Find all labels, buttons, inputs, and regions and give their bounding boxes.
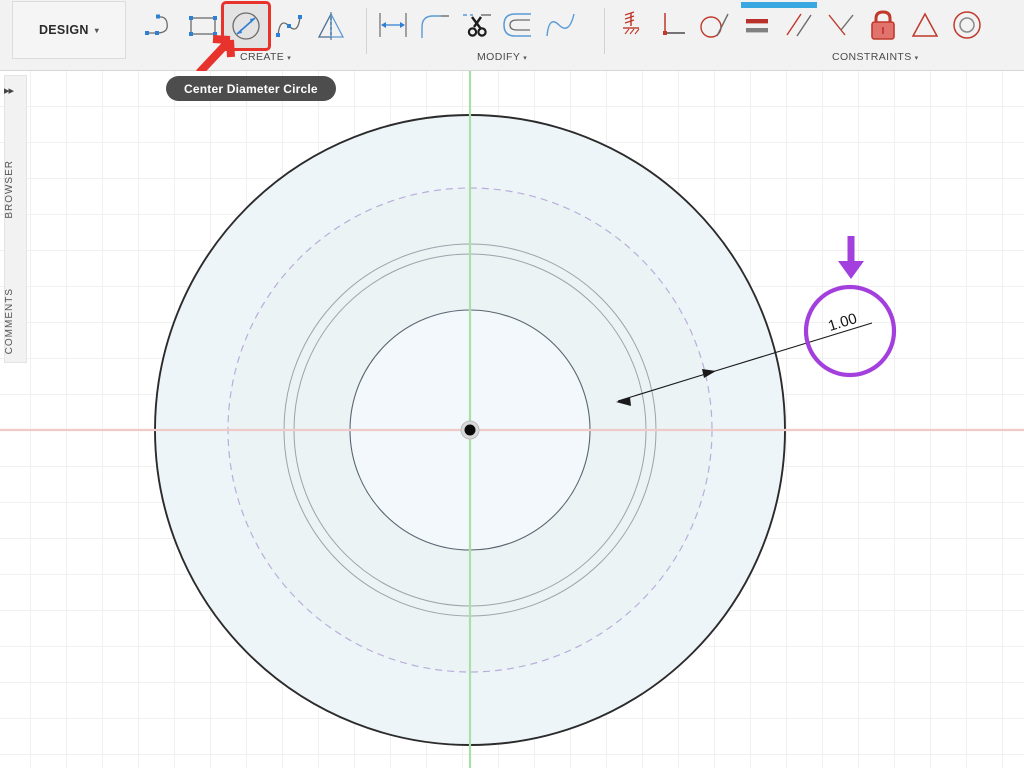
perpendicular-constraint[interactable] <box>652 4 694 46</box>
tangent-constraint[interactable] <box>694 4 736 46</box>
sketch-canvas[interactable]: 1.00 <box>0 71 1024 768</box>
toolbar-group-constraints: CONSTRAINTS ▾ <box>610 0 1020 71</box>
trim-tool[interactable] <box>456 4 498 46</box>
fillet-tool[interactable] <box>414 4 456 46</box>
chevron-down-icon: ▾ <box>287 55 292 62</box>
line-tool[interactable] <box>140 5 182 47</box>
chevron-down-icon: ▾ <box>914 55 919 62</box>
fix-constraint[interactable] <box>862 4 904 46</box>
construction-line-tool[interactable] <box>610 4 652 46</box>
spline-tool[interactable] <box>268 5 310 47</box>
red-callout-arrow <box>196 35 235 76</box>
fusion360-window: DESIGN ▾ CREATE ▾ MODIFY ▾ CONSTRAINTS ▾… <box>0 0 1024 768</box>
offset-tool[interactable] <box>498 4 540 46</box>
tooltip-center-diameter-circle: Center Diameter Circle <box>166 76 336 101</box>
sketch-origin-point[interactable] <box>460 420 480 440</box>
midpoint-constraint[interactable] <box>904 4 946 46</box>
design-workspace-button[interactable]: DESIGN ▾ <box>12 1 126 59</box>
concentric-constraint[interactable] <box>946 4 988 46</box>
modify-group-label[interactable]: MODIFY ▾ <box>477 51 527 63</box>
tooltip-label: Center Diameter Circle <box>184 81 318 96</box>
toolbar-separator <box>366 8 367 54</box>
top-toolbar: DESIGN ▾ CREATE ▾ MODIFY ▾ CONSTRAINTS ▾ <box>0 0 1024 76</box>
expand-panel-icon[interactable]: ▸▸ <box>4 84 14 97</box>
chevron-down-icon: ▾ <box>94 25 100 35</box>
equal-constraint[interactable] <box>736 4 778 46</box>
constraints-group-label[interactable]: CONSTRAINTS ▾ <box>832 51 919 63</box>
purple-down-arrow-icon <box>838 236 864 279</box>
mirror-tool[interactable] <box>310 5 352 47</box>
design-workspace-label: DESIGN <box>38 23 89 37</box>
dimension-highlight-circle <box>803 284 897 378</box>
comments-panel-label[interactable]: COMMENTS <box>4 288 15 354</box>
browser-panel-label[interactable]: BROWSER <box>4 160 15 219</box>
sketch-dimension-tool[interactable] <box>372 4 414 46</box>
curvature-tool[interactable] <box>540 4 582 46</box>
toolbar-group-modify: MODIFY ▾ <box>372 0 602 71</box>
symmetry-constraint[interactable] <box>820 4 862 46</box>
parallel-constraint[interactable] <box>778 4 820 46</box>
chevron-down-icon: ▾ <box>523 55 528 62</box>
toolbar-separator <box>604 8 605 54</box>
